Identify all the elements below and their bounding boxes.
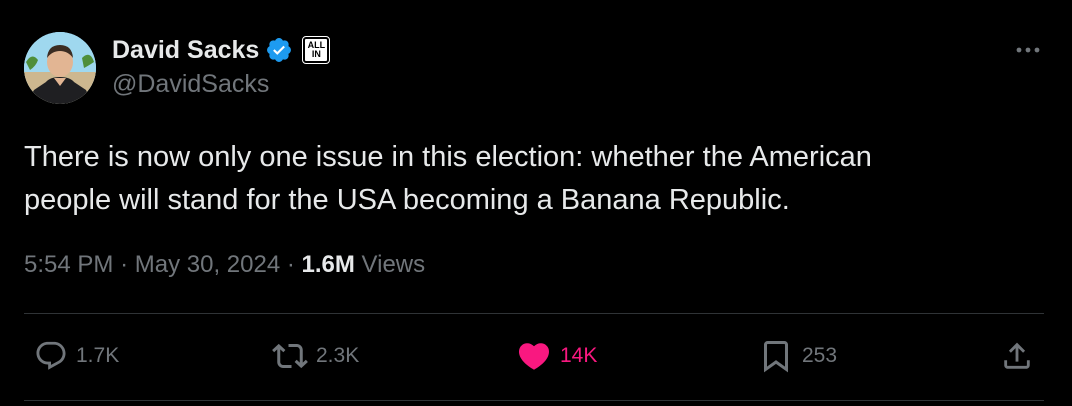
- more-options-icon[interactable]: [1014, 40, 1042, 60]
- bookmark-count: 253: [802, 344, 838, 367]
- share-button[interactable]: [1000, 336, 1034, 376]
- author-handle[interactable]: @DavidSacks: [112, 70, 269, 99]
- divider: [24, 400, 1044, 401]
- bookmark-button[interactable]: 253: [758, 336, 837, 376]
- like-button[interactable]: 14K: [516, 336, 597, 376]
- reply-button[interactable]: 1.7K: [34, 336, 119, 376]
- views-label: Views: [361, 251, 426, 278]
- affiliate-badge-line2: IN: [311, 49, 321, 59]
- retweet-icon: [272, 343, 308, 369]
- tweet-time[interactable]: 5:54 PM: [24, 251, 113, 278]
- reply-icon: [36, 341, 66, 370]
- author-display-name[interactable]: David Sacks: [112, 36, 259, 65]
- tweet-card: David Sacks ALL IN @DavidSacks There is …: [0, 0, 1072, 406]
- verified-badge-icon[interactable]: [265, 36, 293, 64]
- tweet-meta: 5:54 PM · May 30, 2024 · 1.6M Views: [24, 251, 425, 279]
- avatar[interactable]: [24, 32, 96, 104]
- tweet-text: There is now only one issue in this elec…: [24, 136, 1024, 222]
- affiliate-badge-icon[interactable]: ALL IN: [302, 36, 331, 64]
- heart-icon: [518, 343, 550, 370]
- tweet-date[interactable]: May 30, 2024: [135, 251, 280, 278]
- tweet-text-line: There is now only one issue in this elec…: [24, 141, 872, 173]
- share-icon: [1004, 342, 1030, 369]
- meta-separator: ·: [286, 251, 295, 278]
- meta-separator: ·: [120, 251, 129, 278]
- like-count: 14K: [560, 344, 598, 367]
- author-name-row: David Sacks ALL IN: [112, 34, 331, 66]
- retweet-button[interactable]: 2.3K: [272, 336, 359, 376]
- bookmark-icon: [764, 341, 788, 373]
- tweet-text-line: people will stand for the USA becoming a…: [24, 184, 790, 216]
- retweet-count: 2.3K: [316, 344, 360, 367]
- reply-count: 1.7K: [76, 344, 120, 367]
- divider: [24, 313, 1044, 314]
- views-count[interactable]: 1.6M: [302, 251, 355, 278]
